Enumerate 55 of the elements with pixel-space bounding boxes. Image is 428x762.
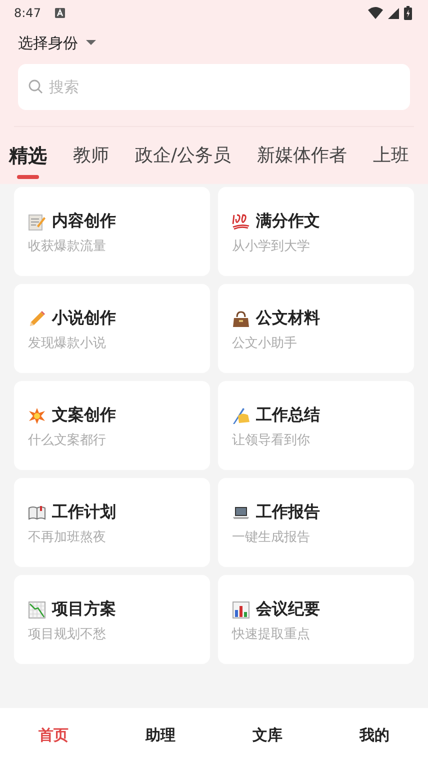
card-subtitle: 公文小助手 xyxy=(232,335,298,352)
card-subtitle: 项目规划不愁 xyxy=(28,626,107,643)
card-subtitle: 不再加班熬夜 xyxy=(28,529,107,546)
category-tab[interactable]: 教师 xyxy=(73,141,109,181)
caret-icon xyxy=(86,40,96,46)
card-title: 小说创作 xyxy=(52,308,116,329)
card-title: 公文材料 xyxy=(256,308,320,329)
handbag-icon xyxy=(232,310,250,328)
feature-card[interactable]: 项目方案 项目规划不愁 xyxy=(14,575,210,664)
card-title: 内容创作 xyxy=(52,211,116,232)
bar-chart-icon xyxy=(232,600,250,618)
status-time: 8:47 xyxy=(14,6,41,20)
identity-dropdown[interactable]: 选择身份 xyxy=(18,32,96,54)
pencil-icon xyxy=(28,310,46,328)
feature-card[interactable]: 工作计划 不再加班熬夜 xyxy=(14,478,210,567)
nav-tab[interactable]: 助理 xyxy=(107,708,214,762)
card-title: 满分作文 xyxy=(256,211,320,232)
category-tab[interactable]: 新媒体作者 xyxy=(257,141,348,181)
search-field[interactable]: 搜索 xyxy=(18,64,410,110)
card-subtitle: 让领导看到你 xyxy=(232,432,311,449)
category-tab[interactable]: 政企/公务员 xyxy=(135,141,232,181)
hundred-points-icon xyxy=(232,212,250,230)
feature-card[interactable]: 内容创作 收获爆款流量 xyxy=(14,187,210,276)
feature-card[interactable]: 公文材料 公文小助手 xyxy=(218,284,414,373)
card-subtitle: 什么文案都行 xyxy=(28,432,107,449)
writing-hand-icon xyxy=(232,406,250,424)
feature-card[interactable]: 会议纪要 快速提取重点 xyxy=(218,575,414,664)
feature-card[interactable]: 小说创作 发现爆款小说 xyxy=(14,284,210,373)
chart-decreasing-icon xyxy=(28,600,46,618)
nav-tab[interactable]: 文库 xyxy=(214,708,321,762)
card-title: 文案创作 xyxy=(52,405,116,426)
feature-card[interactable]: 满分作文 从小学到大学 xyxy=(218,187,414,276)
battery-icon xyxy=(404,6,412,20)
wifi-icon xyxy=(368,7,383,19)
category-tab[interactable]: 上班 xyxy=(373,141,410,181)
category-tab[interactable]: 精选 xyxy=(9,141,47,181)
notification-icon xyxy=(54,8,65,18)
signal-icon xyxy=(388,8,399,18)
card-subtitle: 收获爆款流量 xyxy=(28,238,107,255)
card-title: 项目方案 xyxy=(52,599,116,620)
card-subtitle: 发现爆款小说 xyxy=(28,335,107,352)
feature-card[interactable]: 文案创作 什么文案都行 xyxy=(14,381,210,470)
book-icon xyxy=(28,504,46,522)
feature-card[interactable]: 工作报告 一键生成报告 xyxy=(218,478,414,567)
card-subtitle: 从小学到大学 xyxy=(232,238,311,255)
card-subtitle: 快速提取重点 xyxy=(232,626,311,643)
feature-card[interactable]: 工作总结 让领导看到你 xyxy=(218,381,414,470)
nav-tab[interactable]: 首页 xyxy=(0,708,107,762)
card-title: 工作总结 xyxy=(256,405,320,426)
card-title: 工作计划 xyxy=(52,502,116,523)
nav-tab[interactable]: 我的 xyxy=(321,708,428,762)
card-title: 会议纪要 xyxy=(256,599,320,620)
card-title: 工作报告 xyxy=(256,502,320,523)
card-subtitle: 一键生成报告 xyxy=(232,529,311,546)
memo-icon xyxy=(28,212,46,230)
